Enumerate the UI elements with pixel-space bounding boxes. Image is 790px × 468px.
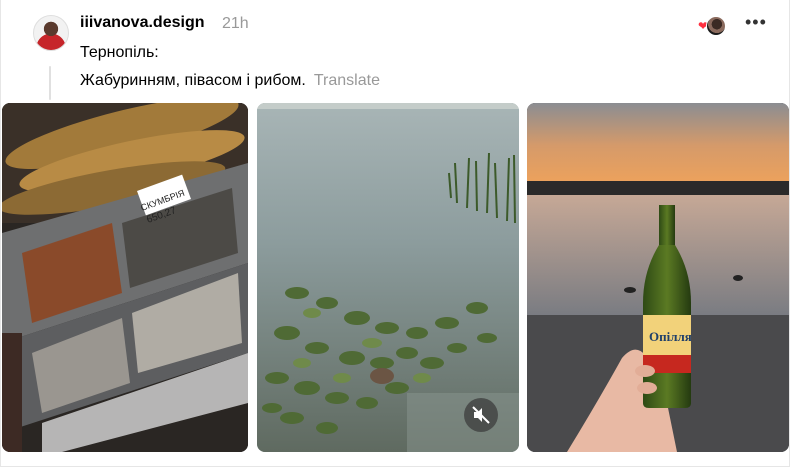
- sunset-photo-image: Опілля: [527, 103, 789, 452]
- post-text-line1: Тернопіль:: [80, 44, 159, 61]
- author-username[interactable]: iiivanova.design: [80, 14, 204, 32]
- more-icon[interactable]: •••: [745, 12, 767, 33]
- translate-link[interactable]: Translate: [314, 72, 380, 89]
- thread-line: [49, 66, 51, 100]
- post-time[interactable]: 21h: [222, 15, 249, 33]
- bottle-label-text: Опілля: [649, 329, 692, 344]
- post-text-line2-body: Жабуринням, півасом і рибом.: [80, 72, 306, 89]
- media-photo-fish[interactable]: СКУМБРІЯ 650,27: [2, 103, 248, 452]
- muted-speaker-icon: [472, 406, 490, 424]
- reaction-indicator[interactable]: ❤: [698, 14, 728, 36]
- post-text-line2: Жабуринням, півасом і рибом. Translate: [80, 72, 380, 90]
- media-photo-sunset[interactable]: Опілля: [527, 103, 789, 452]
- mute-button[interactable]: [464, 398, 498, 432]
- fish-photo-image: СКУМБРІЯ 650,27: [2, 103, 248, 452]
- author-avatar[interactable]: [33, 15, 69, 51]
- liker-avatar: [706, 16, 726, 36]
